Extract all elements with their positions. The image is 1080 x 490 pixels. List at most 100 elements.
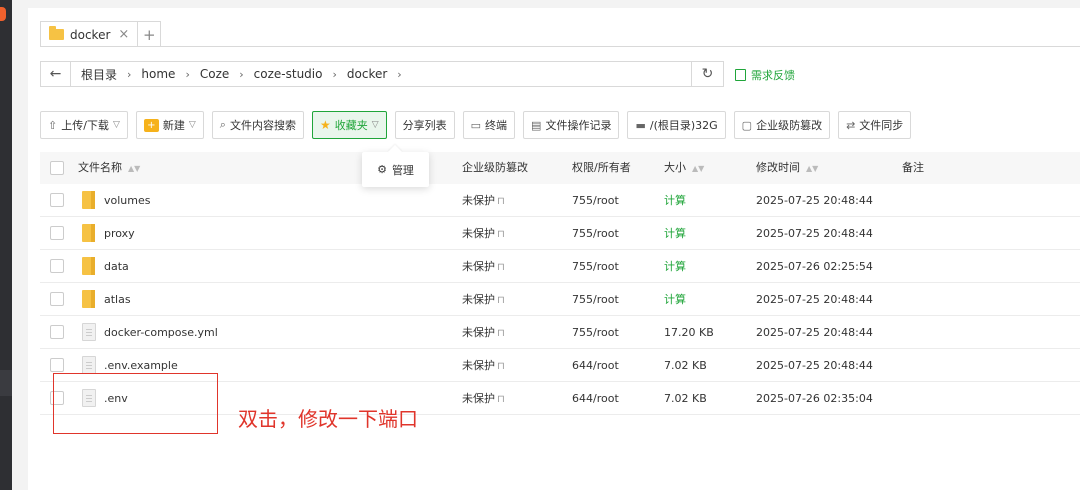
upload-icon: ⇧ — [48, 118, 58, 132]
row-checkbox[interactable] — [50, 259, 64, 273]
row-checkbox[interactable] — [50, 226, 64, 240]
file-name[interactable]: volumes — [104, 184, 150, 217]
table-row[interactable]: atlas 未保护 ⊓ 755/root 计算 2025-07-25 20:48:44 — [40, 283, 1080, 316]
chevron-down-icon: ▽ — [371, 120, 379, 130]
sidebar-selected-item[interactable] — [0, 370, 12, 396]
share-list-label: 分享列表 — [402, 119, 447, 132]
permission[interactable]: 755/root — [572, 316, 619, 349]
permission[interactable]: 644/root — [572, 382, 619, 415]
address-bar[interactable]: ← 根目录 › home › Coze › coze-studio › dock… — [40, 61, 692, 87]
file-sync-label: 文件同步 — [859, 119, 904, 132]
permission[interactable]: 755/root — [572, 184, 619, 217]
row-checkbox[interactable] — [50, 292, 64, 306]
annotation-text: 双击，修改一下端口 — [238, 407, 418, 431]
breadcrumb-coze[interactable]: Coze — [200, 67, 229, 81]
file-name[interactable]: proxy — [104, 217, 135, 250]
feedback-icon — [735, 69, 746, 81]
calculate-size-link[interactable]: 计算 — [664, 217, 686, 250]
tab-bar: docker × + — [40, 21, 162, 47]
sort-icon[interactable]: ▲▼ — [128, 164, 140, 173]
calculate-size-link[interactable]: 计算 — [664, 250, 686, 283]
chevron-right-icon: › — [397, 67, 402, 81]
calculate-size-link[interactable]: 计算 — [664, 184, 686, 217]
chevron-down-icon: ▽ — [112, 120, 120, 130]
terminal-icon: ▭ — [470, 118, 482, 132]
search-icon: ⌕ — [219, 118, 226, 131]
permission[interactable]: 755/root — [572, 217, 619, 250]
breadcrumb-coze-studio[interactable]: coze-studio — [254, 67, 323, 81]
calculate-size-link[interactable]: 计算 — [664, 283, 686, 316]
feedback-label: 需求反馈 — [751, 69, 795, 82]
protect-status[interactable]: 未保护 ⊓ — [462, 382, 505, 415]
file-icon — [82, 323, 96, 341]
file-sync-button[interactable]: ⇄ 文件同步 — [838, 111, 912, 139]
favorites-button[interactable]: ★ 收藏夹 ▽ — [311, 111, 387, 139]
unlock-icon: ⊓ — [497, 262, 505, 273]
unlock-icon: ⊓ — [497, 295, 505, 306]
file-name[interactable]: atlas — [104, 283, 131, 316]
add-tab-button[interactable]: + — [137, 21, 162, 47]
breadcrumb-root[interactable]: 根目录 — [81, 66, 117, 83]
column-modified[interactable]: 修改时间 ▲▼ — [756, 152, 818, 184]
refresh-button[interactable]: ↻ — [692, 61, 724, 87]
table-row[interactable]: data 未保护 ⊓ 755/root 计算 2025-07-26 02:25:54 — [40, 250, 1080, 283]
row-checkbox[interactable] — [50, 325, 64, 339]
permission[interactable]: 755/root — [572, 250, 619, 283]
new-label: 新建 — [162, 119, 185, 132]
protect-status[interactable]: 未保护 ⊓ — [462, 283, 505, 316]
modified-time: 2025-07-25 20:48:44 — [756, 326, 873, 339]
back-arrow-icon[interactable]: ← — [41, 62, 71, 86]
unlock-icon: ⊓ — [497, 394, 505, 405]
file-name[interactable]: docker-compose.yml — [104, 316, 218, 349]
modified-time: 2025-07-25 20:48:44 — [756, 194, 873, 207]
sort-icon[interactable]: ▲▼ — [692, 164, 704, 173]
chevron-right-icon: › — [127, 67, 132, 81]
operation-log-button[interactable]: ▤ 文件操作记录 — [523, 111, 620, 139]
unlock-icon: ⊓ — [497, 361, 505, 372]
upload-download-button[interactable]: ⇧ 上传/下载 ▽ — [40, 111, 128, 139]
tamper-protection-button[interactable]: ▢ 企业级防篡改 — [733, 111, 831, 139]
folder-icon — [82, 224, 95, 242]
protect-status[interactable]: 未保护 ⊓ — [462, 250, 505, 283]
select-all-checkbox[interactable] — [50, 161, 64, 175]
column-name[interactable]: 文件名称 ▲▼ — [78, 152, 140, 184]
feedback-link[interactable]: 需求反馈 — [735, 67, 795, 83]
table-row[interactable]: proxy 未保护 ⊓ 755/root 计算 2025-07-25 20:48:44 — [40, 217, 1080, 250]
share-list-button[interactable]: 分享列表 — [394, 111, 455, 139]
protect-status[interactable]: 未保护 ⊓ — [462, 316, 505, 349]
manage-menu-item[interactable]: 管理 — [392, 162, 414, 178]
left-sidebar-strip — [0, 0, 12, 490]
breadcrumb-docker[interactable]: docker — [347, 67, 387, 81]
protect-status[interactable]: 未保护 ⊓ — [462, 217, 505, 250]
row-checkbox[interactable] — [50, 193, 64, 207]
modified-time: 2025-07-25 20:48:44 — [756, 359, 873, 372]
sync-icon: ⇄ — [846, 118, 856, 132]
chevron-down-icon: ▽ — [188, 120, 196, 130]
column-size[interactable]: 大小 ▲▼ — [664, 152, 704, 184]
content-search-button[interactable]: ⌕ 文件内容搜索 — [211, 111, 304, 139]
terminal-button[interactable]: ▭ 终端 — [462, 111, 516, 139]
star-icon: ★ — [319, 118, 331, 132]
modified-time: 2025-07-26 02:35:04 — [756, 392, 873, 405]
close-icon[interactable]: × — [118, 27, 129, 42]
disk-icon: ▬ — [635, 118, 646, 132]
folder-icon — [82, 191, 95, 209]
file-size: 17.20 KB — [664, 326, 714, 339]
sort-icon[interactable]: ▲▼ — [806, 164, 818, 173]
table-row[interactable]: docker-compose.yml 未保护 ⊓ 755/root 17.20 KB 20… — [40, 316, 1080, 349]
row-checkbox[interactable] — [50, 358, 64, 372]
permission[interactable]: 644/root — [572, 349, 619, 382]
notification-badge — [0, 7, 6, 21]
permission[interactable]: 755/root — [572, 283, 619, 316]
disk-button[interactable]: ▬ /(根目录)32G — [627, 111, 726, 139]
tamper-label: 企业级防篡改 — [756, 119, 823, 132]
tab-docker[interactable]: docker × — [40, 21, 139, 47]
new-button[interactable]: + 新建 ▽ — [135, 111, 204, 139]
breadcrumb-home[interactable]: home — [141, 67, 175, 81]
disk-label: /(根目录)32G — [649, 119, 718, 132]
protect-status[interactable]: 未保护 ⊓ — [462, 349, 505, 382]
protect-status[interactable]: 未保护 ⊓ — [462, 184, 505, 217]
table-row[interactable]: volumes 未保护 ⊓ 755/root 计算 2025-07-25 20:48:44 — [40, 184, 1080, 217]
file-name[interactable]: data — [104, 250, 129, 283]
modified-time: 2025-07-26 02:25:54 — [756, 260, 873, 273]
